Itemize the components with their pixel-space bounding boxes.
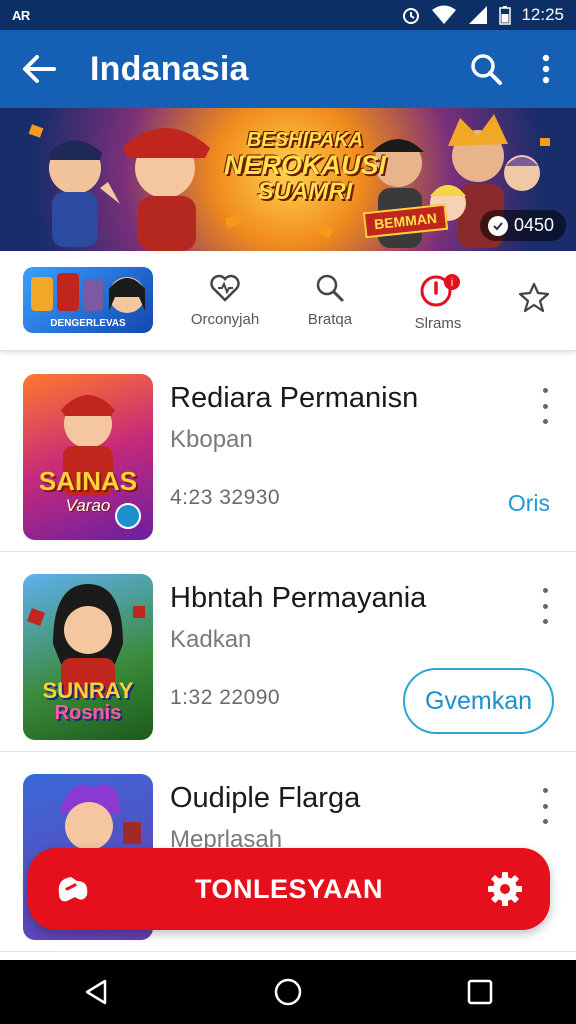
game-action-link[interactable]: Oris — [508, 490, 550, 517]
featured-thumbnail-label: DENGERLEVAS — [50, 318, 126, 329]
game-icon-title: SAINAS — [38, 466, 138, 496]
fab-settings-button[interactable] — [460, 871, 550, 907]
game-title: Oudiple Flarga — [170, 782, 361, 814]
game-controller-icon — [58, 877, 88, 902]
category-item-orconyjah[interactable]: Orconyjah — [175, 273, 275, 328]
status-bar: AR 12:25 — [0, 0, 576, 30]
category-label: Orconyjah — [190, 311, 260, 328]
more-options-button[interactable] — [534, 788, 556, 824]
wifi-icon — [432, 5, 457, 24]
game-icon-title: SUNRAY — [42, 678, 134, 703]
game-count: 1:32 22090 — [170, 686, 281, 709]
promo-banner[interactable]: BESHIPAKA NEROKAUSI SUAMRI BEMMAN 0450 — [0, 108, 576, 251]
triangle-back-icon — [85, 979, 107, 1005]
power-icon: i — [420, 274, 460, 307]
category-label: Bratqa — [307, 311, 353, 328]
overflow-menu-button[interactable] — [516, 30, 576, 108]
status-time: 12:25 — [521, 5, 564, 24]
nav-back-button[interactable] — [56, 960, 136, 1024]
game-icon: SUNRAY Rosnis — [23, 574, 153, 740]
fab-label: TONLESYAAN — [194, 873, 384, 904]
game-subtitle: Kbopan — [170, 426, 253, 453]
svg-text:i: i — [451, 277, 453, 289]
nav-home-button[interactable] — [248, 960, 328, 1024]
more-vert-icon — [542, 54, 550, 84]
category-item-slrams[interactable]: i Slrams — [388, 273, 488, 332]
more-options-button[interactable] — [534, 588, 556, 624]
floating-action-bar[interactable]: TONLESYAAN — [28, 848, 550, 930]
category-item-favorites[interactable] — [484, 281, 576, 321]
arrow-back-icon — [23, 55, 56, 83]
search-icon — [316, 274, 344, 302]
system-nav-bar — [0, 960, 576, 1024]
banner-headline-line1: BESHIPAKA — [246, 129, 364, 151]
more-options-button[interactable] — [534, 388, 556, 424]
game-action-button[interactable]: Gvemkan — [403, 668, 554, 734]
game-title: Rediara Permanisn — [170, 382, 419, 414]
nav-recents-button[interactable] — [440, 960, 520, 1024]
star-outline-icon — [518, 282, 550, 313]
game-count: 4:23 32930 — [170, 486, 281, 509]
banner-badge-count: 0450 — [513, 215, 554, 235]
alarm-icon — [403, 8, 420, 24]
status-icons: 12:25 — [401, 5, 564, 25]
battery-icon — [499, 6, 512, 25]
game-icon-subtitle: Varao — [65, 496, 111, 515]
game-subtitle: Kadkan — [170, 626, 252, 653]
check-icon — [487, 215, 508, 236]
heart-outline-icon — [210, 274, 240, 302]
category-featured-thumbnail[interactable]: DENGERLEVAS — [23, 267, 153, 333]
banner-headline: BESHIPAKA NEROKAUSI SUAMRI — [210, 130, 400, 205]
page-title: Indanasia — [90, 49, 249, 88]
banner-headline-line2: NEROKAUSI — [223, 150, 386, 180]
square-recents-icon — [467, 979, 493, 1005]
category-label: Slrams — [414, 315, 462, 332]
signal-icon — [469, 6, 488, 24]
game-title: Hbntah Permayania — [170, 582, 427, 614]
banner-badge: 0450 — [479, 210, 566, 241]
category-item-bratqa[interactable]: Bratqa — [280, 273, 380, 328]
game-icon-subtitle: Rosnis — [54, 702, 122, 724]
search-button[interactable] — [456, 30, 516, 108]
banner-headline-line3: SUAMRI — [257, 178, 353, 206]
app-bar: Indanasia — [0, 30, 576, 108]
back-button[interactable] — [0, 30, 78, 108]
game-icon: SAINAS Varao — [23, 374, 153, 540]
category-row: DENGERLEVAS Orconyjah Bratqa i Slrams — [0, 251, 576, 351]
gear-icon — [488, 872, 522, 906]
list-item[interactable]: SUNRAY Rosnis Hbntah Permayania Kadkan 1… — [0, 552, 576, 752]
fab-left-button[interactable] — [28, 871, 118, 907]
status-notification-label: AR — [12, 7, 30, 23]
circle-home-icon — [274, 978, 302, 1006]
search-icon — [471, 54, 502, 85]
list-item[interactable]: SAINAS Varao Rediara Permanisn Kbopan 4:… — [0, 352, 576, 552]
